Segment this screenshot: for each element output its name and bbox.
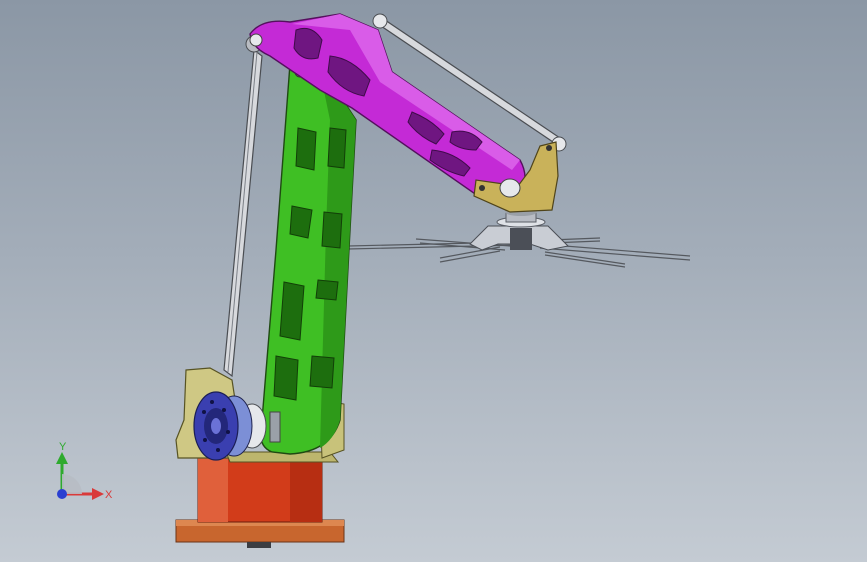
robot-arm-model[interactable]: [0, 0, 867, 562]
rear-link-rod[interactable]: [223, 35, 263, 378]
cad-viewport[interactable]: Y X: [0, 0, 867, 562]
axis-triad: Y X: [56, 441, 113, 501]
gripper-assembly[interactable]: [347, 208, 691, 268]
x-axis-label: X: [105, 489, 113, 501]
lower-arm[interactable]: [259, 56, 357, 455]
z-axis-point: [57, 489, 67, 499]
base-pedestal[interactable]: [175, 457, 345, 548]
y-axis-label: Y: [59, 441, 67, 453]
